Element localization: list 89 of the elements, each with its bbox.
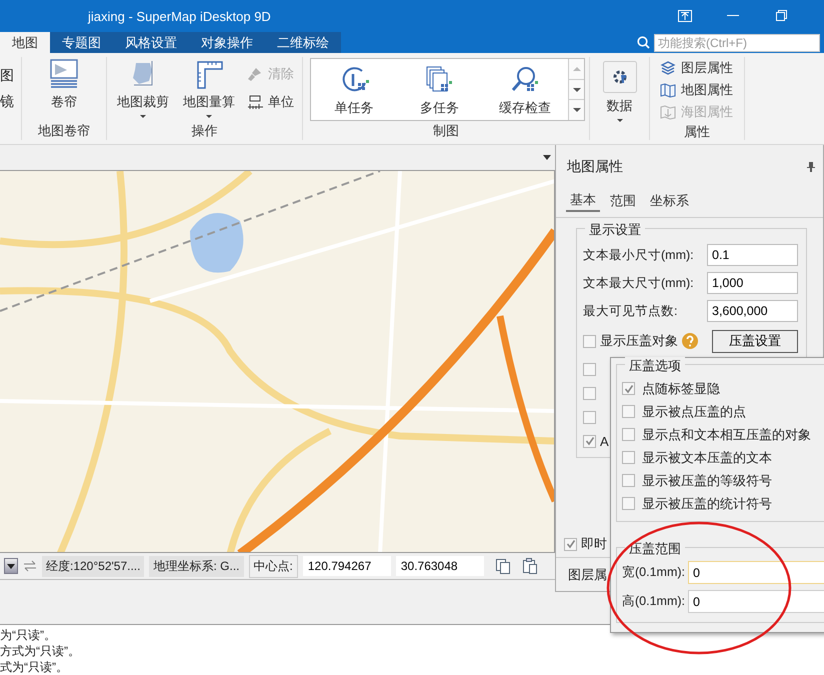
field-label: 宽(0.1mm):	[622, 564, 686, 581]
center-y-field[interactable]: 30.763048	[396, 556, 484, 576]
checkbox-label: 显示压盖对象	[600, 332, 678, 350]
longitude-text: 经度:120°52'57....	[42, 556, 144, 576]
pin-icon[interactable]	[807, 162, 815, 172]
checkbox-label: 显示被点压盖的点	[642, 402, 746, 420]
log-line: 为“只读”。	[0, 627, 57, 643]
checkbox[interactable]	[622, 405, 635, 418]
group-label: 属性	[684, 123, 710, 141]
checkbox[interactable]	[583, 362, 596, 376]
panel-tab[interactable]: 坐标系	[646, 190, 693, 212]
curtain-button[interactable]: 卷帘	[43, 57, 85, 113]
checkbox-label: 即时	[581, 535, 607, 553]
scroll-down-button[interactable]	[569, 80, 584, 100]
property-button[interactable]: 地图属性	[656, 79, 737, 101]
field-label: 文本最小尺寸(mm):	[583, 246, 695, 264]
map-measure-button[interactable]: 地图量算	[177, 57, 241, 120]
minimize-icon[interactable]	[727, 15, 739, 17]
center-point-label: 中心点:	[248, 554, 298, 578]
restore-icon[interactable]	[776, 10, 787, 21]
checkbox-label: 显示被文本压盖的文本	[642, 448, 772, 466]
gear-icon	[602, 61, 636, 93]
gallery-item[interactable]: 单任务	[311, 59, 397, 120]
checkbox-label: 显示被压盖的统计符号	[642, 494, 772, 512]
overlap-settings-button[interactable]: 压盖设置	[712, 330, 798, 352]
log-line: 方式为“只读”。	[0, 643, 81, 659]
checkbox[interactable]	[622, 451, 635, 464]
search-icon[interactable]	[637, 36, 650, 49]
menu-tab[interactable]: 风格设置	[113, 32, 189, 53]
map-drawing[interactable]	[0, 170, 555, 553]
panel-tab[interactable]: 图层属	[568, 566, 607, 584]
panel-title: 地图属性	[567, 158, 623, 176]
group-title: 显示设置	[585, 221, 645, 239]
checkbox[interactable]	[622, 382, 635, 395]
field-label: 最大可见节点数:	[583, 302, 678, 320]
checkbox[interactable]	[583, 410, 596, 424]
dropdown-button[interactable]	[4, 558, 18, 574]
field-label: 文本最大尺寸(mm):	[583, 274, 695, 292]
checkbox[interactable]	[583, 334, 596, 348]
swap-icon[interactable]	[23, 560, 37, 572]
panel-tab[interactable]: 范围	[606, 190, 640, 212]
window-title: jiaxing - SuperMap iDesktop 9D	[88, 9, 271, 24]
map-clip-button[interactable]: 地图裁剪	[111, 57, 175, 120]
property-button[interactable]: 图层属性	[656, 57, 737, 79]
log-line: 式为“只读”。	[0, 659, 69, 675]
menu-tab[interactable]: 二维标绘	[265, 32, 341, 53]
checkbox[interactable]	[622, 474, 635, 487]
folded-map-icon	[660, 82, 676, 98]
pin-window-icon[interactable]	[678, 10, 692, 22]
group-label: 地图卷帘	[38, 122, 90, 140]
copy-icon[interactable]	[494, 558, 511, 574]
panel-tab[interactable]: 基本	[566, 190, 600, 212]
checkbox[interactable]	[622, 428, 635, 441]
gallery-item[interactable]: 多任务	[396, 59, 482, 120]
menu-tab[interactable]: 对象操作	[189, 32, 265, 53]
checkbox[interactable]	[564, 538, 577, 550]
paste-icon[interactable]	[522, 558, 538, 574]
field-label: 高(0.1mm):	[622, 593, 686, 610]
text-field[interactable]: 0	[688, 590, 824, 613]
menu-tab[interactable]: 专题图	[50, 32, 113, 53]
checkbox[interactable]	[583, 434, 596, 448]
ribbon-label[interactable]: 图	[0, 67, 14, 85]
checkbox-label: 显示点和文本相互压盖的对象	[642, 426, 811, 444]
group-title: 压盖选项	[625, 357, 685, 375]
text-field[interactable]: 3,600,000	[707, 300, 798, 322]
checkbox-label: 显示被压盖的等级符号	[642, 472, 772, 490]
checkbox-label: A	[600, 434, 609, 448]
group-label: 制图	[433, 122, 459, 140]
menu-tab[interactable]: 地图	[0, 32, 50, 53]
text-field[interactable]: 1,000	[707, 272, 798, 294]
layers-icon	[660, 60, 676, 76]
expand-gallery-button[interactable]	[569, 100, 584, 120]
text-field[interactable]: 0	[688, 561, 824, 584]
checkbox[interactable]	[583, 386, 596, 400]
help-icon[interactable]	[682, 333, 698, 349]
checkbox-label: 点随标签显隐	[642, 380, 720, 398]
search-field[interactable]: 功能搜索(Ctrl+F)	[654, 34, 820, 52]
coordinate-system-text: 地理坐标系: G...	[149, 556, 244, 576]
ribbon-label[interactable]: 镜	[0, 93, 14, 111]
checkbox[interactable]	[622, 497, 635, 510]
curtain-icon	[49, 59, 79, 89]
ruler-icon	[247, 94, 263, 110]
eraser-icon	[247, 66, 263, 82]
unit-button[interactable]: 单位	[243, 91, 298, 113]
gallery-item[interactable]: 缓存检查	[482, 59, 568, 120]
data-button[interactable]: 数据	[596, 57, 642, 124]
text-field[interactable]: 0.1	[707, 244, 798, 266]
center-x-field[interactable]: 120.794267	[302, 556, 391, 576]
group-label: 操作	[192, 122, 218, 140]
